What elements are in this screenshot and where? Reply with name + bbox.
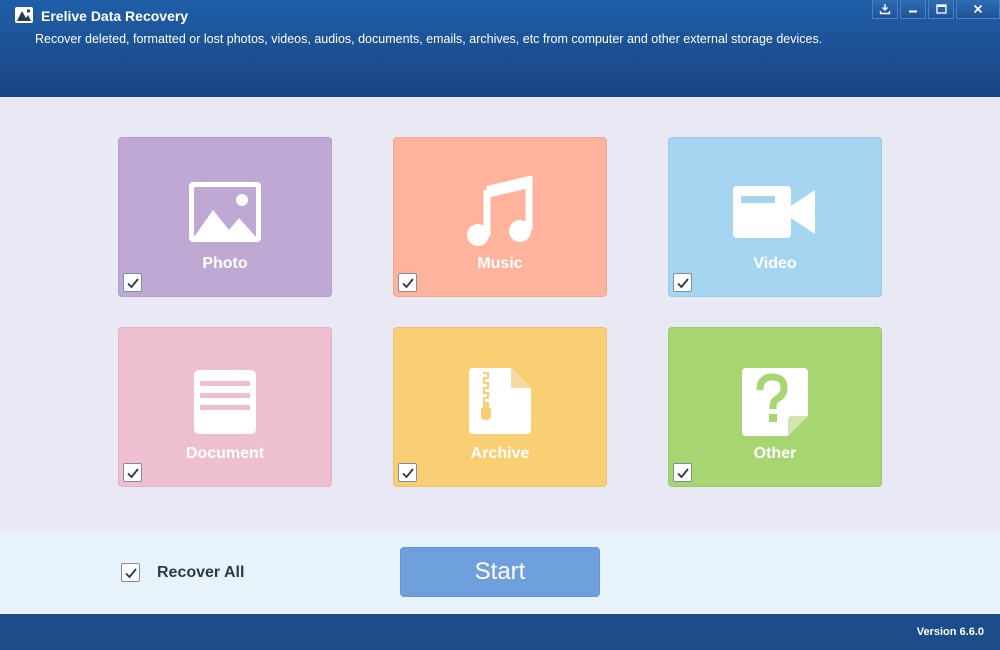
checkbox-archive[interactable] xyxy=(398,463,417,482)
window-controls xyxy=(872,0,1000,19)
version-label: Version 6.6.0 xyxy=(916,626,984,638)
category-label-photo: Photo xyxy=(202,255,248,272)
archive-icon xyxy=(469,368,531,434)
category-label-music: Music xyxy=(477,255,523,272)
category-label-video: Video xyxy=(753,255,797,272)
video-icon xyxy=(733,186,815,238)
checkmark-icon xyxy=(401,277,414,288)
recover-all-checkbox[interactable] xyxy=(121,563,140,582)
checkbox-document[interactable] xyxy=(123,463,142,482)
app-subtitle: Recover deleted, formatted or lost photo… xyxy=(35,32,823,46)
status-bar: Version 6.6.0 xyxy=(0,614,1000,650)
category-tile-other[interactable]: Other xyxy=(668,327,882,487)
close-icon xyxy=(973,4,983,14)
category-label-archive: Archive xyxy=(470,445,530,462)
category-tile-photo[interactable]: Photo xyxy=(118,137,332,297)
category-label-other: Other xyxy=(753,445,797,462)
category-tile-document[interactable]: Document xyxy=(118,327,332,487)
maximize-button[interactable] xyxy=(928,0,954,19)
minimize-icon xyxy=(909,10,917,13)
checkbox-photo[interactable] xyxy=(123,273,142,292)
download-icon xyxy=(879,4,891,15)
checkmark-icon xyxy=(126,467,139,478)
start-button[interactable]: Start xyxy=(400,547,600,597)
photo-icon xyxy=(189,182,261,242)
action-bar: Recover All Start xyxy=(0,531,1000,614)
app-logo-icon xyxy=(15,7,33,23)
checkmark-icon xyxy=(401,467,414,478)
close-button[interactable] xyxy=(956,0,1000,19)
download-button[interactable] xyxy=(872,0,898,19)
minimize-button[interactable] xyxy=(900,0,926,19)
category-tile-archive[interactable]: Archive xyxy=(393,327,607,487)
recover-all-option[interactable]: Recover All xyxy=(121,563,244,582)
category-tile-music[interactable]: Music xyxy=(393,137,607,297)
document-icon xyxy=(194,370,256,434)
category-panel: Photo Music Video Document Archive Other xyxy=(0,97,1000,531)
maximize-icon xyxy=(935,4,947,14)
checkmark-icon xyxy=(126,277,139,288)
app-title: Erelive Data Recovery xyxy=(41,8,189,24)
category-tile-video[interactable]: Video xyxy=(668,137,882,297)
recover-all-label[interactable]: Recover All xyxy=(157,564,244,582)
category-label-document: Document xyxy=(185,445,265,462)
checkmark-icon xyxy=(124,567,137,578)
checkbox-music[interactable] xyxy=(398,273,417,292)
checkbox-video[interactable] xyxy=(673,273,692,292)
checkmark-icon xyxy=(676,277,689,288)
checkmark-icon xyxy=(676,467,689,478)
title-bar: Erelive Data Recovery Recover deleted, f… xyxy=(0,0,1000,97)
question-file-icon xyxy=(742,368,808,436)
music-icon xyxy=(467,176,533,246)
checkbox-other[interactable] xyxy=(673,463,692,482)
